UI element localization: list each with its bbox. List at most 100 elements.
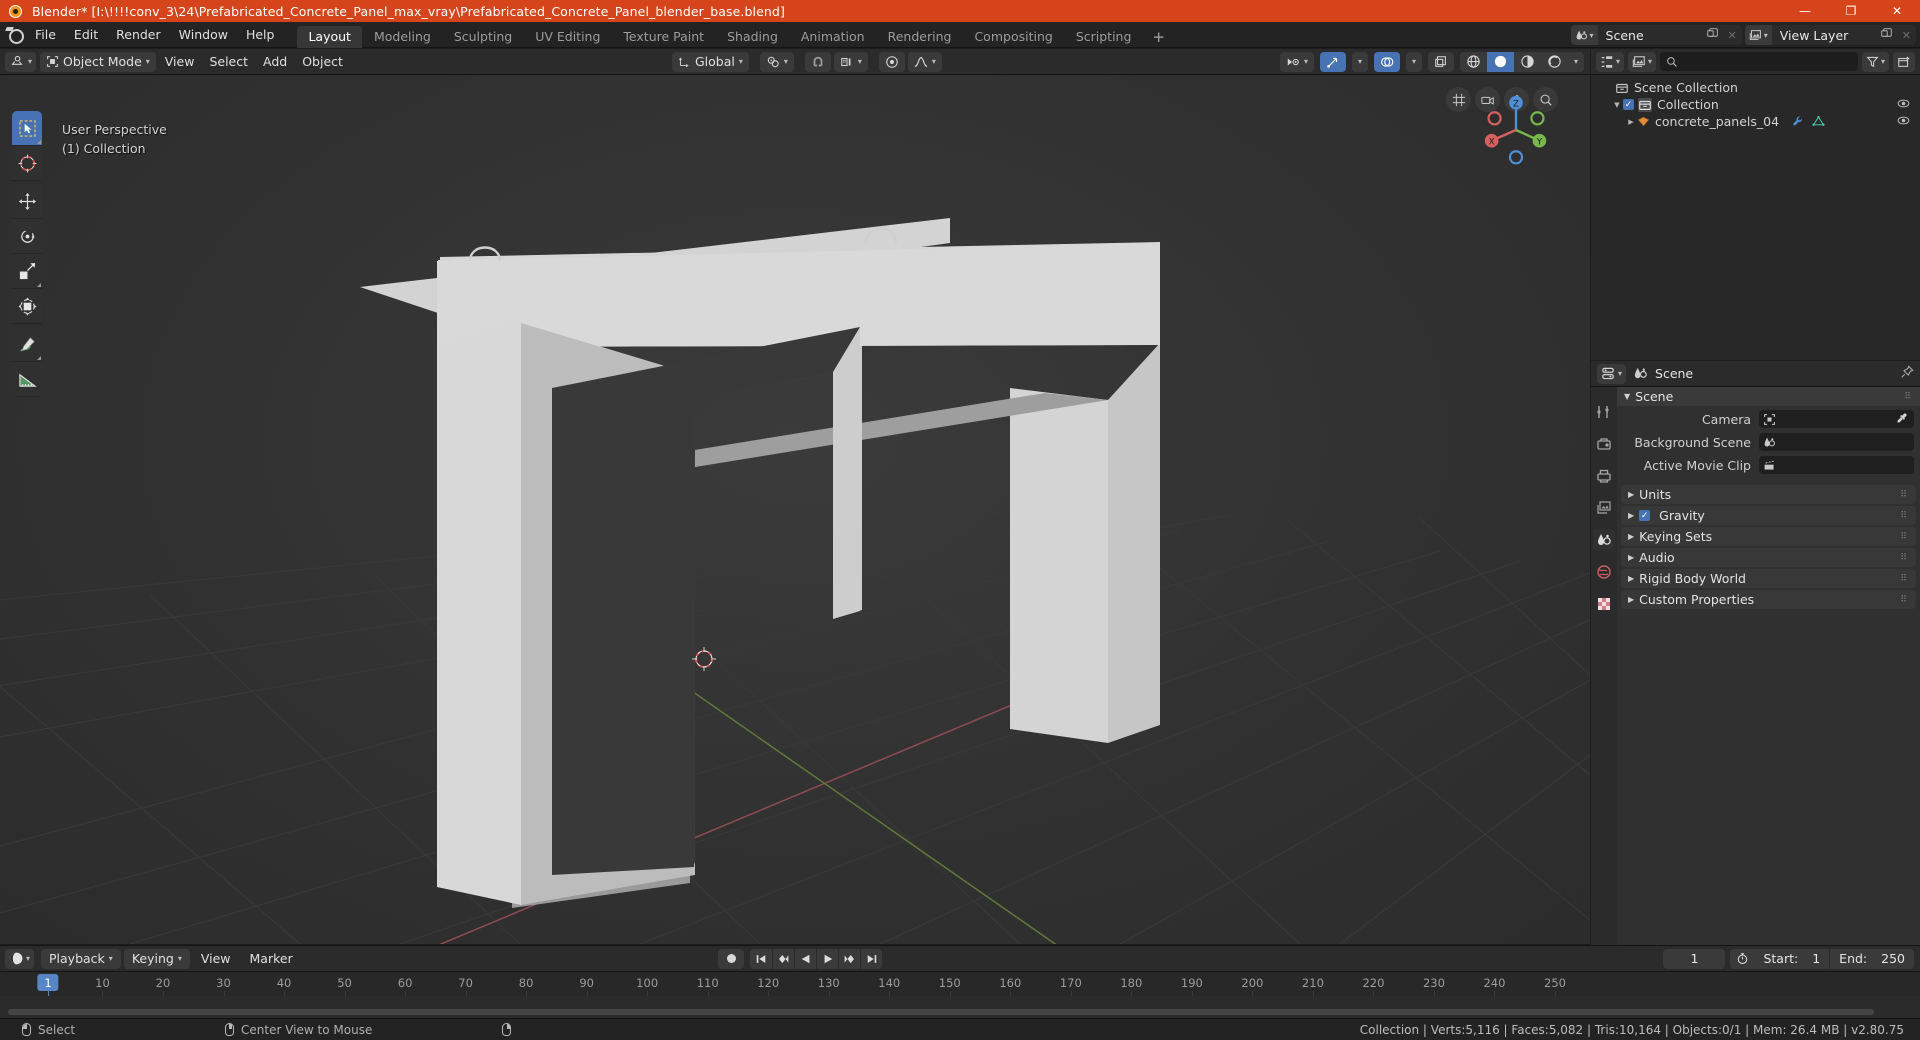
tab-animation[interactable]: Animation — [790, 26, 876, 48]
move-tool[interactable] — [12, 184, 42, 219]
record-icon[interactable] — [718, 948, 744, 969]
timeline-menu-view[interactable]: View — [193, 949, 239, 969]
menu-render[interactable]: Render — [107, 25, 170, 45]
visibility-selector[interactable]: ▾ — [1279, 51, 1314, 72]
view-layer-tab[interactable] — [1593, 497, 1615, 518]
maximize-button[interactable]: ❐ — [1828, 0, 1874, 22]
scene-icon[interactable]: ▾ — [1570, 25, 1598, 45]
scene-name[interactable]: Scene — [1598, 28, 1702, 43]
navigation-gizmo[interactable]: Z X Y — [1477, 91, 1555, 169]
outliner-row-collection[interactable]: ▼ ✓ Collection — [1591, 96, 1920, 113]
panel-gravity-header[interactable]: ▶ ✓ Gravity ⠿ — [1621, 506, 1916, 525]
overlays-toggle[interactable] — [1373, 51, 1400, 72]
timeline-menu-playback[interactable]: Playback ▾ — [41, 948, 121, 969]
viewport-menu-select[interactable]: Select — [203, 52, 254, 72]
gravity-checkbox[interactable]: ✓ — [1639, 510, 1651, 521]
tab-scripting[interactable]: Scripting — [1065, 26, 1143, 48]
toggle-grid-icon[interactable] — [1446, 87, 1471, 112]
shading-wireframe[interactable] — [1459, 51, 1487, 72]
view-layer-name[interactable]: View Layer — [1772, 28, 1876, 43]
outliner-display-mode[interactable]: ▾ — [1596, 51, 1625, 72]
snap-pivot-selector[interactable]: ▾ — [759, 51, 794, 72]
viewport-menu-object[interactable]: Object — [296, 52, 349, 72]
timeline-channels[interactable] — [0, 996, 1920, 1018]
panel-scene-header[interactable]: ▼ Scene ⠿ — [1617, 387, 1920, 406]
add-workspace-button[interactable]: + — [1143, 26, 1174, 48]
measure-tool[interactable] — [12, 362, 42, 397]
menu-window[interactable]: Window — [170, 25, 237, 45]
panel-rigid-body-world-header[interactable]: ▶ Rigid Body World ⠿ — [1621, 569, 1916, 588]
timeline-ruler[interactable]: 10 20 30 40 50 60 70 80 90 100 110 120 130 140 150 160 1… — [0, 972, 1920, 1018]
view-layer-selector[interactable]: ▾ View Layer ✕ — [1744, 25, 1916, 45]
new-collection-icon[interactable] — [1893, 51, 1915, 72]
annotate-tool[interactable] — [12, 327, 42, 362]
blender-logo-icon[interactable] — [0, 22, 26, 48]
scale-tool[interactable] — [12, 254, 42, 289]
new-view-layer-button[interactable] — [1876, 28, 1897, 42]
interaction-mode-selector[interactable]: Object Mode ▾ — [40, 51, 156, 72]
transform-tool[interactable] — [12, 289, 42, 324]
active-movie-clip-field[interactable] — [1759, 456, 1914, 474]
tab-shading[interactable]: Shading — [716, 26, 789, 48]
tab-texture-paint[interactable]: Texture Paint — [612, 26, 715, 48]
outliner-row-scene-collection[interactable]: Scene Collection — [1591, 79, 1920, 96]
collection-visibility-eye-icon[interactable] — [1897, 97, 1910, 113]
shading-solid[interactable] — [1486, 51, 1514, 72]
properties-editor-type[interactable]: ▾ — [1597, 363, 1627, 384]
timeline-menu-keying[interactable]: Keying ▾ — [123, 948, 190, 969]
background-scene-field[interactable] — [1759, 433, 1914, 451]
jump-start-icon[interactable] — [750, 949, 772, 969]
menu-help[interactable]: Help — [237, 25, 284, 45]
tab-layout[interactable]: Layout — [297, 25, 362, 48]
panel-units-header[interactable]: ▶ Units ⠿ — [1621, 485, 1916, 504]
gizmo-settings-dropdown[interactable]: ▾ — [1351, 51, 1368, 72]
output-tab[interactable] — [1593, 465, 1615, 486]
expander-collection[interactable]: ▼ — [1611, 101, 1623, 109]
object-visibility-eye-icon[interactable] — [1897, 114, 1910, 130]
expander-object[interactable]: ▶ — [1625, 118, 1637, 126]
timeline-editor-type[interactable]: ▾ — [5, 948, 35, 969]
new-scene-button[interactable] — [1702, 28, 1723, 42]
tool-tab[interactable] — [1593, 401, 1615, 422]
timeline-scrollbar[interactable] — [8, 1009, 1874, 1015]
filter-icon[interactable]: ▾ — [1861, 51, 1889, 72]
camera-field[interactable] — [1759, 410, 1914, 428]
tab-modeling[interactable]: Modeling — [363, 26, 442, 48]
jump-end-icon[interactable] — [860, 948, 882, 969]
pin-icon[interactable] — [1900, 364, 1914, 383]
proportional-editing-toggle[interactable] — [878, 51, 905, 72]
panel-keying-sets-header[interactable]: ▶ Keying Sets ⠿ — [1621, 527, 1916, 546]
view-layer-icon[interactable]: ▾ — [1744, 25, 1772, 45]
timeline-playhead[interactable]: 1 — [37, 974, 59, 991]
viewport-canvas[interactable]: User Perspective (1) Collection Z X Y — [0, 75, 1590, 944]
snap-magnet-toggle[interactable] — [804, 51, 831, 72]
cursor-tool[interactable] — [12, 146, 42, 181]
outliner-row-object[interactable]: ▶ concrete_panels_04 — [1591, 113, 1920, 130]
prev-keyframe-icon[interactable] — [772, 948, 794, 969]
unlink-scene-button[interactable]: ✕ — [1723, 29, 1742, 42]
tab-sculpting[interactable]: Sculpting — [443, 26, 523, 48]
play-reverse-icon[interactable] — [794, 948, 816, 969]
remove-view-layer-button[interactable]: ✕ — [1897, 29, 1916, 42]
timeline-menu-marker[interactable]: Marker — [242, 949, 301, 969]
panel-audio-header[interactable]: ▶ Audio ⠿ — [1621, 548, 1916, 567]
camera-eyedropper-icon[interactable] — [1896, 412, 1908, 427]
modifier-wrench-icon[interactable] — [1791, 115, 1804, 128]
shading-settings-dropdown[interactable]: ▾ — [1567, 51, 1584, 72]
next-keyframe-icon[interactable] — [838, 948, 860, 969]
start-frame-field[interactable]: Start: 1 — [1754, 949, 1829, 969]
tab-uv-editing[interactable]: UV Editing — [524, 26, 611, 48]
use-preview-range-icon[interactable] — [1730, 949, 1754, 969]
world-tab[interactable] — [1593, 561, 1615, 582]
close-button[interactable]: ✕ — [1874, 0, 1920, 22]
shading-material[interactable] — [1513, 51, 1541, 72]
menu-edit[interactable]: Edit — [65, 25, 107, 45]
transform-orientation-selector[interactable]: Global ▾ — [672, 51, 749, 72]
gizmo-toggle[interactable] — [1319, 51, 1346, 72]
tab-rendering[interactable]: Rendering — [877, 26, 963, 48]
xray-toggle[interactable] — [1427, 51, 1454, 72]
end-frame-field[interactable]: End: 250 — [1829, 948, 1914, 969]
snap-target-selector[interactable]: ▾ — [833, 51, 868, 72]
render-tab[interactable] — [1593, 433, 1615, 454]
proportional-falloff-selector[interactable]: ▾ — [907, 51, 942, 72]
